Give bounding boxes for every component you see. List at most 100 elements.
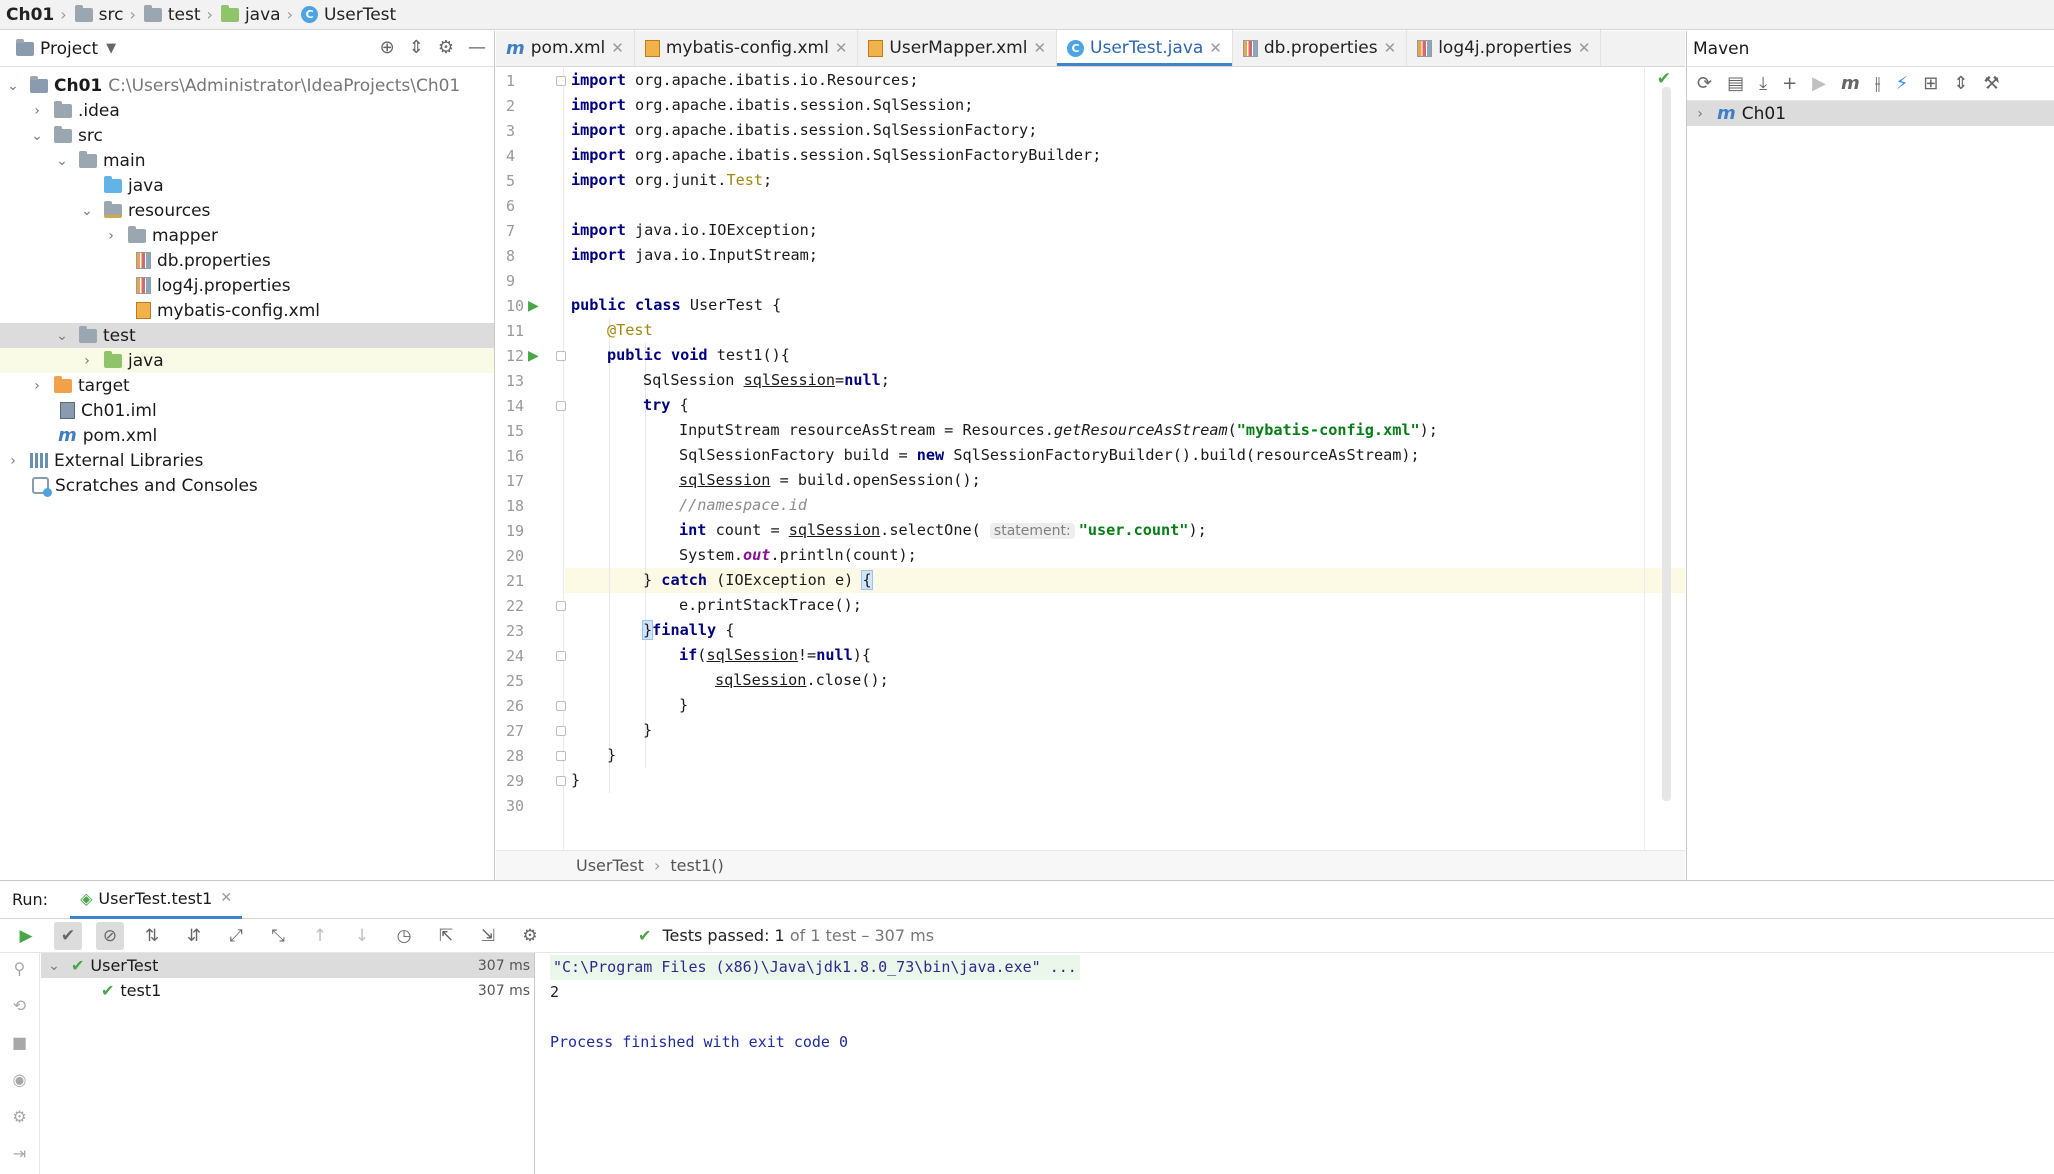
breadcrumb-project[interactable]: Ch01 › xyxy=(6,5,75,25)
hide-icon[interactable]: — xyxy=(468,37,486,58)
wrench-icon[interactable]: ⚒ xyxy=(1983,73,1999,94)
next-failed-icon[interactable]: ↓ xyxy=(348,922,376,950)
breadcrumb-usertest[interactable]: C UserTest xyxy=(300,5,396,25)
tree-item-log4j-properties[interactable]: log4j.properties xyxy=(0,273,494,298)
dropdown-arrow-icon[interactable]: ▼ xyxy=(106,41,116,56)
settings-icon[interactable]: ⚙ xyxy=(12,1107,26,1126)
tree-item-label: java xyxy=(128,350,164,371)
show-passed-icon[interactable]: ✔ xyxy=(54,921,82,950)
chevron-down-icon[interactable]: ⌄ xyxy=(30,128,44,144)
maven-project-ch01[interactable]: › m Ch01 xyxy=(1687,101,2054,126)
tab-log4j-properties[interactable]: log4j.properties ✕ xyxy=(1407,30,1602,66)
chevron-down-icon[interactable]: ⌄ xyxy=(6,78,20,94)
breadcrumb-test[interactable]: test › xyxy=(143,4,221,25)
rerun-icon[interactable]: ▶ xyxy=(12,922,40,950)
previous-failed-icon[interactable]: ↑ xyxy=(306,922,334,950)
tree-item-idea[interactable]: › .idea xyxy=(0,98,494,123)
tree-item-mybatis-config[interactable]: mybatis-config.xml xyxy=(0,298,494,323)
close-icon[interactable]: ✕ xyxy=(1578,39,1591,57)
inspection-ok-icon[interactable]: ✔ xyxy=(1657,69,1671,89)
download-icon[interactable]: ⤓ xyxy=(1759,73,1767,94)
test-row-usertest[interactable]: ⌄ ✔ UserTest 307 ms xyxy=(41,953,534,978)
chevron-right-icon[interactable]: › xyxy=(30,378,44,394)
chevron-right-icon[interactable]: › xyxy=(1693,106,1707,122)
chevron-down-icon[interactable]: ⌄ xyxy=(47,958,61,974)
exit-icon[interactable]: ⇥ xyxy=(13,1144,26,1163)
generate-sources-icon[interactable]: ▤ xyxy=(1727,73,1744,94)
close-icon[interactable]: ✕ xyxy=(220,890,232,906)
run-icon[interactable]: ▶ xyxy=(1812,73,1826,94)
show-dependencies-icon[interactable]: ⊞ xyxy=(1923,73,1938,94)
tree-item-target[interactable]: › target xyxy=(0,373,494,398)
breadcrumb-src[interactable]: src › xyxy=(74,4,144,25)
breadcrumb-class[interactable]: UserTest xyxy=(576,856,644,875)
maven-goal-icon[interactable]: m xyxy=(1841,73,1860,94)
tree-item-resources[interactable]: ⌄ resources xyxy=(0,198,494,223)
tree-item-ch01[interactable]: ⌄ Ch01 C:\Users\Administrator\IdeaProjects… xyxy=(0,73,494,98)
tree-item-mapper[interactable]: › mapper xyxy=(0,223,494,248)
skip-tests-icon[interactable]: ⚡ xyxy=(1896,73,1909,94)
tree-item-external-libraries[interactable]: › External Libraries xyxy=(0,448,494,473)
gear-icon[interactable]: ⚙ xyxy=(516,922,544,950)
camera-icon[interactable]: ◉ xyxy=(13,1070,27,1089)
close-icon[interactable]: ✕ xyxy=(1033,39,1046,57)
tree-item-scratches[interactable]: Scratches and Consoles xyxy=(0,473,494,498)
project-panel-title[interactable]: Project xyxy=(40,39,98,59)
breadcrumb-method[interactable]: test1() xyxy=(670,856,723,875)
chevron-right-icon[interactable]: › xyxy=(104,228,118,244)
show-ignored-icon[interactable]: ⊘ xyxy=(96,921,124,950)
chevron-right-icon[interactable]: › xyxy=(80,353,94,369)
run-test-class-icon[interactable]: ▶ xyxy=(528,298,539,314)
close-icon[interactable]: ✕ xyxy=(1209,39,1222,57)
collapse-all-icon[interactable]: ⇕ xyxy=(409,37,424,58)
collapse-all-icon[interactable]: ⇕ xyxy=(1953,73,1968,94)
add-icon[interactable]: + xyxy=(1782,73,1797,94)
tab-pom-xml[interactable]: m pom.xml ✕ xyxy=(496,30,635,66)
tree-item-test-java[interactable]: › java xyxy=(0,348,494,373)
reload-icon[interactable]: ⟳ xyxy=(1697,73,1712,94)
pin-icon[interactable]: ⚲ xyxy=(14,959,26,978)
expand-all-icon[interactable]: ⤢ xyxy=(222,922,250,950)
restore-layout-icon[interactable]: ⟲ xyxy=(13,996,26,1015)
chevron-down-icon[interactable]: ⌄ xyxy=(55,153,69,169)
test-row-test1[interactable]: ✔ test1 307 ms xyxy=(41,978,534,1003)
tab-db-properties[interactable]: db.properties ✕ xyxy=(1233,30,1408,66)
close-icon[interactable]: ✕ xyxy=(611,39,624,57)
editor-scrollbar[interactable] xyxy=(1662,87,1671,801)
chevron-down-icon[interactable]: ⌄ xyxy=(80,203,94,219)
tree-item-pom-xml[interactable]: m pom.xml xyxy=(0,423,494,448)
tree-item-main-java[interactable]: java xyxy=(0,173,494,198)
toggle-offline-icon[interactable]: ⫲ xyxy=(1875,73,1881,94)
tab-usermapper[interactable]: UserMapper.xml ✕ xyxy=(858,30,1058,66)
tree-item-db-properties[interactable]: db.properties xyxy=(0,248,494,273)
breadcrumb-java[interactable]: java › xyxy=(220,4,301,25)
tree-item-label: log4j.properties xyxy=(157,275,291,296)
collapse-all-icon[interactable]: ⤡ xyxy=(264,922,292,950)
sort-by-duration-icon[interactable]: ⇵ xyxy=(180,922,208,950)
code-area[interactable]: import org.apache.ibatis.io.Resources; i… xyxy=(565,68,1685,880)
status-prefix: Tests passed: xyxy=(662,926,770,945)
stop-icon[interactable]: ■ xyxy=(12,1033,27,1052)
tree-item-src[interactable]: ⌄ src xyxy=(0,123,494,148)
tree-item-main[interactable]: ⌄ main xyxy=(0,148,494,173)
tab-mybatis-config[interactable]: mybatis-config.xml ✕ xyxy=(635,30,859,66)
tree-item-test[interactable]: ⌄ test xyxy=(0,323,494,348)
run-test-method-icon[interactable]: ▶ xyxy=(528,348,539,364)
sort-alphabetically-icon[interactable]: ⇅ xyxy=(138,922,166,950)
tab-usertest[interactable]: C UserTest.java ✕ xyxy=(1057,30,1233,66)
run-tab[interactable]: ◈ UserTest.test1 ✕ xyxy=(70,881,243,919)
gear-icon[interactable]: ⚙ xyxy=(438,37,454,58)
line-number: 29 xyxy=(506,772,525,790)
locate-icon[interactable]: ⊕ xyxy=(380,37,395,58)
chevron-right-icon[interactable]: › xyxy=(6,453,20,469)
console-output[interactable]: "C:\Program Files (x86)\Java\jdk1.8.0_73… xyxy=(536,953,2054,1174)
line-number-gutter[interactable]: 1 2 3 4 5 6 7 8 9 10 11 12 13 14 15 16 1… xyxy=(496,68,566,880)
import-tests-icon[interactable]: ⇱ xyxy=(432,922,460,950)
export-tests-icon[interactable]: ⇲ xyxy=(474,922,502,950)
chevron-right-icon[interactable]: › xyxy=(30,103,44,119)
test-history-icon[interactable]: ◷ xyxy=(390,922,418,950)
close-icon[interactable]: ✕ xyxy=(1384,39,1397,57)
tree-item-ch01-iml[interactable]: Ch01.iml xyxy=(0,398,494,423)
close-icon[interactable]: ✕ xyxy=(835,39,848,57)
chevron-down-icon[interactable]: ⌄ xyxy=(55,328,69,344)
